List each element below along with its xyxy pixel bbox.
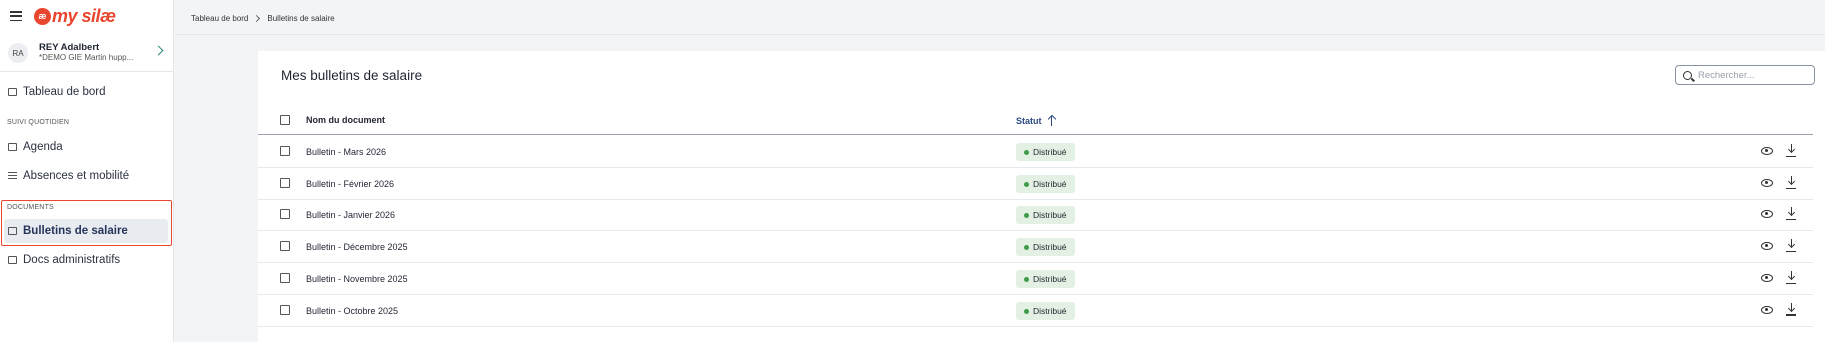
avatar: RA [8,43,28,63]
sidebar-topbar: æ my silæ [0,0,173,32]
search-icon [1683,70,1692,80]
download-icon[interactable] [1786,302,1796,316]
breadcrumb: Tableau de bord Bulletins de salaire [191,14,335,23]
list-icon [8,172,17,180]
breadcrumb-home[interactable]: Tableau de bord [191,14,248,23]
table-row[interactable]: Bulletin - Mars 2026 Distribué [258,136,1813,168]
select-all-checkbox[interactable] [280,115,290,125]
section-label-daily: SUIVI QUOTIDIEN [7,119,70,126]
eye-icon[interactable] [1761,178,1773,187]
divider [175,34,1825,35]
sidebar-item-label: Docs administratifs [23,254,121,266]
sidebar-item-payslips[interactable]: Bulletins de salaire [8,220,128,242]
row-checkbox[interactable] [280,272,290,283]
document-name[interactable]: Bulletin - Janvier 2026 [306,210,395,220]
download-icon[interactable] [1786,175,1796,189]
status-label: Distribué [1033,242,1067,253]
app-logo[interactable]: æ my silæ [34,6,116,27]
table-row[interactable]: Bulletin - Janvier 2026 Distribué [258,199,1813,232]
status-dot-icon [1024,213,1029,219]
status-label: Distribué [1033,210,1067,221]
payslips-card: Mes bulletins de salaire Nom du document… [258,51,1825,342]
status-badge: Distribué [1016,206,1075,225]
menu-icon[interactable] [10,11,22,21]
document-name[interactable]: Bulletin - Octobre 2025 [306,306,398,316]
eye-icon[interactable] [1761,147,1773,155]
logo-text: my silæ [52,5,116,26]
folder-icon [8,256,17,264]
sidebar-item-label: Agenda [23,141,63,153]
page-title: Mes bulletins de salaire [281,68,423,83]
column-header-name[interactable]: Nom du document [306,115,385,125]
eye-icon[interactable] [1761,210,1773,219]
table-row[interactable]: Bulletin - Février 2026 Distribué [258,168,1813,200]
eye-icon[interactable] [1761,305,1773,314]
section-label-documents: DOCUMENTS [7,204,54,211]
download-icon[interactable] [1786,239,1796,253]
breadcrumb-current: Bulletins de salaire [267,14,335,23]
table-row[interactable]: Bulletin - Octobre 2025 Distribué [258,295,1813,327]
row-checkbox[interactable] [280,177,290,188]
status-dot-icon [1024,308,1029,314]
user-info: REY Adalbert *DEMO GIE Martin hupp... [39,42,134,62]
user-profile-card[interactable]: RA REY Adalbert *DEMO GIE Martin hupp... [0,35,174,71]
download-icon[interactable] [1786,144,1796,157]
status-label: Distribué [1033,147,1067,157]
status-label: Distribué [1033,305,1067,316]
status-label: Distribué [1033,273,1067,284]
row-checkbox[interactable] [280,209,290,220]
sidebar-item-agenda[interactable]: Agenda [8,136,63,158]
table-row[interactable]: Bulletin - Novembre 2025 Distribué [258,263,1813,295]
sidebar-item-label: Absences et mobilité [23,170,130,182]
status-badge: Distribué [1016,269,1075,288]
document-name[interactable]: Bulletin - Décembre 2025 [306,242,408,252]
status-badge: Distribué [1016,174,1075,193]
search-box[interactable] [1675,65,1815,85]
sidebar-item-admin-docs[interactable]: Docs administratifs [8,249,120,271]
document-name[interactable]: Bulletin - Novembre 2025 [306,274,408,284]
logo-mark: æ [34,7,51,25]
chevron-right-icon[interactable] [153,45,164,56]
row-checkbox[interactable] [280,146,290,156]
sidebar-item-absences[interactable]: Absences et mobilité [8,165,129,187]
search-input[interactable] [1698,69,1808,81]
download-icon[interactable] [1786,270,1796,284]
sort-asc-icon [1048,115,1056,126]
column-header-status-label: Statut [1016,115,1042,126]
eye-icon[interactable] [1761,242,1773,251]
status-badge: Distribué [1016,301,1075,320]
table-header: Nom du document Statut [258,101,1813,135]
dashboard-icon [8,88,17,96]
user-company: *DEMO GIE Martin hupp... [39,52,134,62]
sidebar: æ my silæ RA REY Adalbert *DEMO GIE Mart… [0,0,174,342]
table-row[interactable]: Bulletin - Décembre 2025 Distribué [258,231,1813,264]
document-name[interactable]: Bulletin - Mars 2026 [306,147,386,157]
status-dot-icon [1024,181,1029,187]
row-checkbox[interactable] [280,304,290,315]
status-badge: Distribué [1016,143,1075,161]
agenda-icon [8,143,17,151]
status-dot-icon [1024,150,1029,155]
status-label: Distribué [1033,178,1067,189]
document-icon [8,227,17,235]
status-dot-icon [1024,276,1029,282]
sidebar-item-label: Tableau de bord [23,86,106,98]
download-icon[interactable] [1786,207,1796,221]
column-header-status[interactable]: Statut [1016,115,1056,126]
chevron-right-icon [253,14,261,23]
divider [0,71,174,72]
sidebar-item-dashboard[interactable]: Tableau de bord [8,81,105,103]
row-checkbox[interactable] [280,241,290,252]
status-badge: Distribué [1016,238,1075,257]
sidebar-item-label: Bulletins de salaire [23,225,128,237]
status-dot-icon [1024,245,1029,251]
document-name[interactable]: Bulletin - Février 2026 [306,179,394,189]
eye-icon[interactable] [1761,273,1773,282]
